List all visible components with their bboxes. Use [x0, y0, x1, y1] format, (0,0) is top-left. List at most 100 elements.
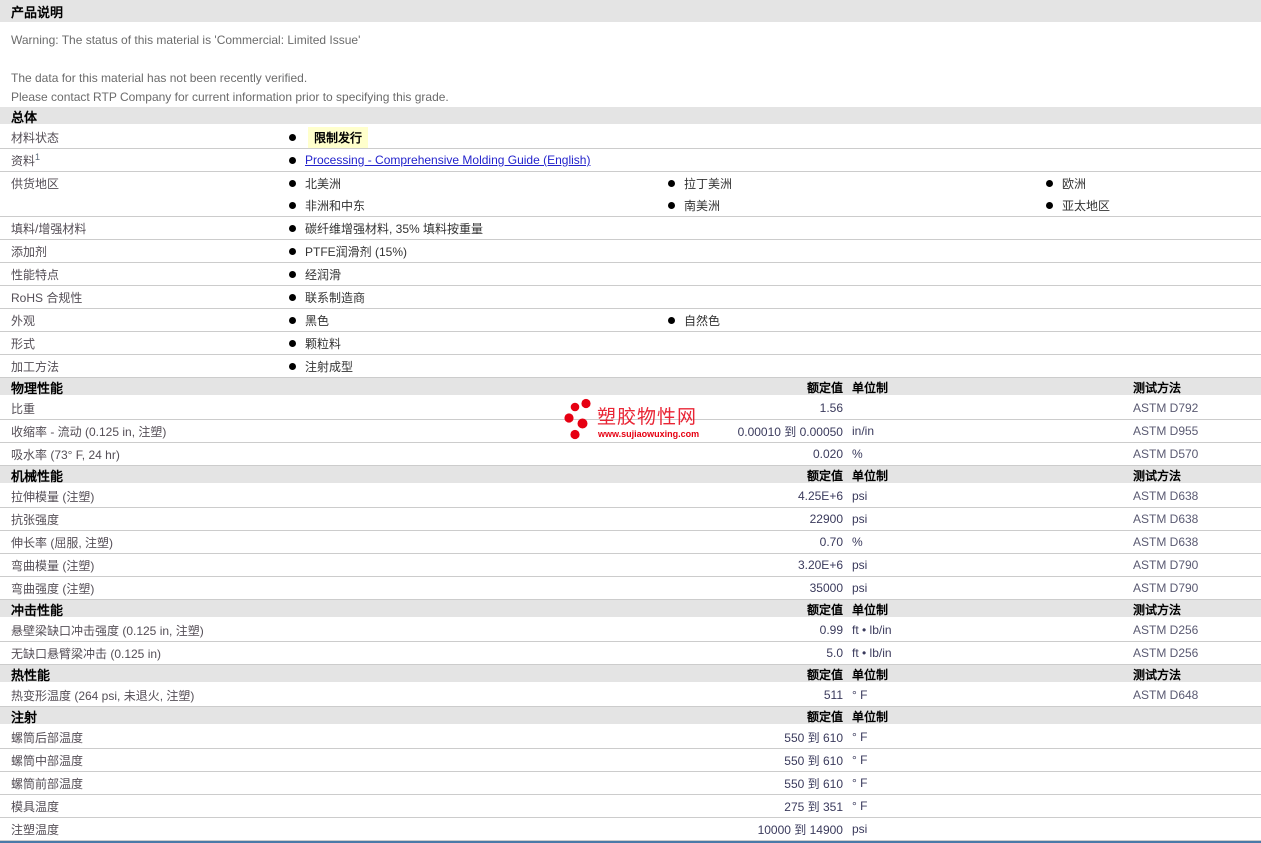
- column-header-rated-value: 额定值: [806, 710, 843, 724]
- property-label: 供货地区: [11, 176, 60, 191]
- bullet-item: 南美洲: [684, 198, 721, 213]
- table-row: 螺筒中部温度 550 到 610 ° F: [0, 749, 1261, 772]
- property-label: 注塑温度: [11, 822, 60, 837]
- table-row: 添加剂 PTFE润滑剂 (15%): [0, 240, 1261, 263]
- property-unit: psi: [852, 512, 868, 526]
- column-header-unit-system: 单位制: [852, 603, 889, 617]
- property-unit: ° F: [852, 688, 868, 702]
- property-value: 275 到 351: [784, 799, 843, 814]
- table-row: 螺筒后部温度 550 到 610 ° F: [0, 726, 1261, 749]
- bullet-icon: [289, 339, 296, 347]
- column-header-rated-value: 额定值: [806, 603, 843, 617]
- bullet-item: PTFE润滑剂 (15%): [305, 244, 408, 259]
- bullet-item: 黑色: [305, 313, 330, 328]
- bullet-icon: [668, 316, 675, 324]
- warning-gap: [11, 50, 1261, 69]
- table-row: 填料/增强材料 碳纤维增强材料, 35% 填料按重量: [0, 217, 1261, 240]
- property-value: 550 到 610: [784, 730, 843, 745]
- property-value: 3.20E+6: [797, 558, 843, 572]
- bullet-item: 北美洲: [305, 176, 342, 191]
- property-label-cell: 资料1: [0, 152, 281, 169]
- bullet-line: 性能特点 经润滑: [0, 263, 1261, 285]
- property-value: 0.020: [812, 447, 843, 461]
- property-label: 弯曲强度 (注塑): [11, 581, 95, 596]
- table-row: 形式 颗粒料: [0, 332, 1261, 355]
- bullet-item: 非洲和中东: [305, 198, 366, 213]
- table-row: 伸长率 (屈服, 注塑) 0.70% ASTM D638: [0, 531, 1261, 554]
- table-row: 热变形温度 (264 psi, 未退火, 注塑) 511 ° F ASTM D648: [0, 684, 1261, 707]
- warning-line-1: Warning: The status of this material is …: [11, 33, 361, 47]
- bullet-cell: 拉丁美洲: [660, 175, 1038, 192]
- property-label: 无缺口悬臂梁冲击 (0.125 in): [11, 646, 162, 661]
- property-label: 拉伸模量 (注塑): [11, 489, 95, 504]
- property-label-cell: 添加剂: [0, 243, 281, 260]
- column-header-rated-value: 额定值: [806, 469, 843, 483]
- property-label-cell: 填料/增强材料: [0, 220, 281, 237]
- property-unit: ° F: [852, 776, 868, 790]
- bullet-cell: 注射成型: [281, 358, 660, 375]
- property-label: 弯曲模量 (注塑): [11, 558, 95, 573]
- bullet-cell: 联系制造商: [281, 289, 660, 306]
- property-unit: ° F: [852, 753, 868, 767]
- property-label: 吸水率 (73° F, 24 hr): [11, 447, 120, 462]
- property-label: 填料/增强材料: [11, 221, 87, 236]
- document-link[interactable]: Processing - Comprehensive Molding Guide…: [305, 153, 590, 167]
- property-unit: ft • lb/in: [852, 646, 892, 660]
- section-header-product-description: 产品说明: [0, 0, 1261, 24]
- table-row: 螺筒前部温度 550 到 610 ° F: [0, 772, 1261, 795]
- property-unit: ° F: [852, 799, 868, 813]
- property-label-cell: 供货地区: [0, 175, 281, 192]
- table-row: 比重 1.56 ASTM D792: [0, 397, 1261, 420]
- test-method: ASTM D955: [1133, 424, 1199, 438]
- property-value: 10000 到 14900: [757, 822, 843, 837]
- bullet-cell: 亚太地区: [1038, 197, 1261, 214]
- property-label: 螺筒后部温度: [11, 730, 84, 745]
- property-label-cell: RoHS 合规性: [0, 289, 281, 306]
- test-method: ASTM D648: [1133, 688, 1199, 702]
- property-label-cell: 形式: [0, 335, 281, 352]
- property-value: 5.0: [826, 646, 843, 660]
- bullet-cell: PTFE润滑剂 (15%): [281, 243, 660, 260]
- bullet-cell: 黑色: [281, 312, 660, 329]
- table-row: 资料1 Processing - Comprehensive Molding Gu…: [0, 149, 1261, 172]
- property-value: 1.56: [819, 401, 843, 415]
- property-value: 511: [823, 688, 843, 702]
- property-label: 资料: [11, 153, 36, 168]
- property-label: 外观: [11, 313, 36, 328]
- test-method: ASTM D638: [1133, 535, 1199, 549]
- bullet-cell: 限制发行: [281, 126, 660, 148]
- test-method: ASTM D256: [1133, 646, 1199, 660]
- property-unit: psi: [852, 822, 868, 836]
- bullet-icon: [668, 179, 675, 187]
- column-header-unit-system: 单位制: [852, 710, 889, 724]
- section-header: 物理性能 额定值 单位制 测试方法: [0, 378, 1261, 397]
- sections-container: 总体 材料状态 限制发行资料1 Processing - Comprehensive …: [0, 107, 1261, 841]
- property-value: 0.00010 到 0.00050: [737, 424, 843, 439]
- property-label: 比重: [11, 401, 36, 416]
- table-row: 模具温度 275 到 351 ° F: [0, 795, 1261, 818]
- table-row: 无缺口悬臂梁冲击 (0.125 in) 5.0 ft • lb/in ASTM D25…: [0, 642, 1261, 665]
- test-method: ASTM D256: [1133, 623, 1199, 637]
- bullet-line: 填料/增强材料 碳纤维增强材料, 35% 填料按重量: [0, 217, 1261, 239]
- bullet-line: 形式 颗粒料: [0, 332, 1261, 354]
- test-method: ASTM D638: [1133, 512, 1199, 526]
- bullet-item: 颗粒料: [305, 336, 342, 351]
- bullet-line: RoHS 合规性 联系制造商: [0, 286, 1261, 308]
- bullet-icon: [289, 133, 296, 141]
- bullet-cell: 经润滑: [281, 266, 660, 283]
- property-label: 形式: [11, 336, 36, 351]
- table-row: 弯曲模量 (注塑) 3.20E+6 psi ASTM D790: [0, 554, 1261, 577]
- property-label: 抗张强度: [11, 512, 60, 527]
- section-header: 总体: [0, 107, 1261, 126]
- bullet-line: 资料1 Processing - Comprehensive Molding Gu…: [0, 149, 1261, 171]
- property-label: 螺筒前部温度: [11, 776, 84, 791]
- section-header: 机械性能 额定值 单位制 测试方法: [0, 466, 1261, 485]
- property-unit: psi: [852, 558, 868, 572]
- page-title: 产品说明: [11, 4, 64, 20]
- table-row: 材料状态 限制发行: [0, 126, 1261, 149]
- property-label: 模具温度: [11, 799, 60, 814]
- property-value: 35000: [809, 581, 843, 595]
- section-header: 注射 额定值 单位制: [0, 707, 1261, 726]
- column-header-unit-system: 单位制: [852, 469, 889, 483]
- property-value: 22900: [809, 512, 843, 526]
